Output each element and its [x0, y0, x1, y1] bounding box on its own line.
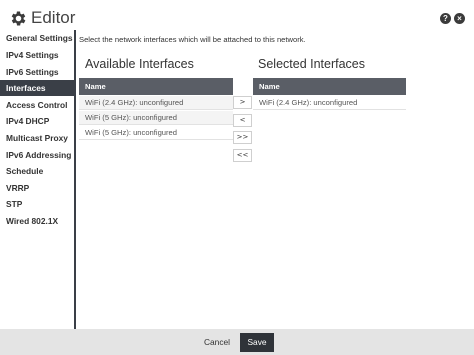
- sidebar-item-multicast-proxy[interactable]: Multicast Proxy: [0, 130, 74, 146]
- sidebar: General Settings IPv4 Settings IPv6 Sett…: [0, 30, 76, 330]
- cancel-button[interactable]: Cancel: [199, 333, 235, 351]
- page-title: Editor: [31, 8, 76, 27]
- available-row-wifi-2-4[interactable]: WiFi (2.4 GHz): unconfigured: [79, 96, 233, 110]
- add-all-interfaces-button[interactable]: >>: [233, 131, 252, 144]
- sidebar-item-ipv4-dhcp[interactable]: IPv4 DHCP: [0, 113, 74, 129]
- sidebar-item-wired-8021x[interactable]: Wired 802.1X: [0, 213, 74, 229]
- sidebar-item-stp[interactable]: STP: [0, 196, 74, 212]
- sidebar-item-ipv4-settings[interactable]: IPv4 Settings: [0, 47, 74, 63]
- available-table-header: Name: [79, 78, 233, 95]
- sidebar-item-schedule[interactable]: Schedule: [0, 163, 74, 179]
- sidebar-item-interfaces[interactable]: Interfaces: [0, 80, 74, 96]
- selected-interfaces-title: Selected Interfaces: [258, 57, 366, 71]
- available-row-wifi-5-a[interactable]: WiFi (5 GHz): unconfigured: [79, 111, 233, 125]
- save-button[interactable]: Save: [240, 333, 274, 352]
- intro-text: Select the network interfaces which will…: [79, 35, 306, 44]
- selected-table-header: Name: [253, 78, 406, 95]
- remove-all-interfaces-button[interactable]: <<: [233, 149, 252, 162]
- sidebar-item-general-settings[interactable]: General Settings: [0, 30, 74, 46]
- gear-icon: [11, 11, 26, 26]
- available-interfaces-title: Available Interfaces: [85, 57, 194, 71]
- available-row-wifi-5-b[interactable]: WiFi (5 GHz): unconfigured: [79, 126, 233, 140]
- selected-row-wifi-2-4[interactable]: WiFi (2.4 GHz): unconfigured: [253, 96, 406, 110]
- sidebar-item-ipv6-addressing[interactable]: IPv6 Addressing: [0, 147, 74, 163]
- footer-bar: [0, 329, 474, 355]
- sidebar-item-ipv6-settings[interactable]: IPv6 Settings: [0, 64, 74, 80]
- add-interface-button[interactable]: >: [233, 96, 252, 109]
- sidebar-item-vrrp[interactable]: VRRP: [0, 180, 74, 196]
- close-icon[interactable]: ×: [454, 13, 465, 24]
- sidebar-item-access-control[interactable]: Access Control: [0, 97, 74, 113]
- remove-interface-button[interactable]: <: [233, 114, 252, 127]
- help-icon[interactable]: ?: [440, 13, 451, 24]
